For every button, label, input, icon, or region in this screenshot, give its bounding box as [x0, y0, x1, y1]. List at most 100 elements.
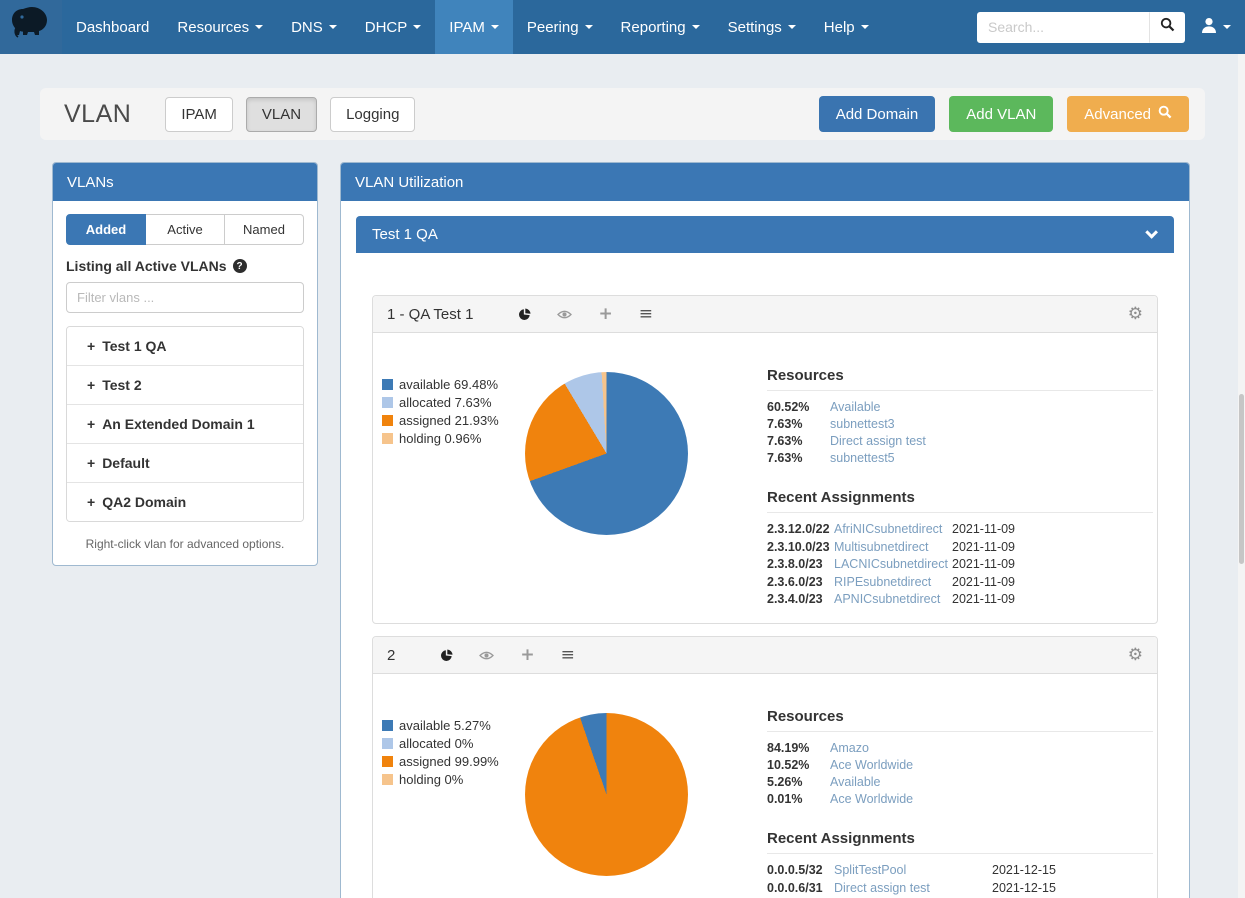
assignment-row: 2.3.6.0/23RIPEsubnetdirect2021-11-09 — [767, 574, 1153, 592]
assignment-link[interactable]: APNICsubnetdirect — [834, 591, 952, 609]
assignment-link[interactable]: SplitTestPool — [834, 862, 992, 880]
view-ipam-button[interactable]: IPAM — [165, 97, 233, 132]
top-navbar: Dashboard Resources DNS DHCP IPAM Peerin… — [0, 0, 1245, 54]
expand-icon: + — [87, 494, 95, 510]
legend-swatch — [382, 379, 393, 390]
vlan-block-1: 1 - QA Test 1 + ≡ ⚙ a — [372, 295, 1158, 624]
legend-swatch — [382, 756, 393, 767]
app-logo[interactable] — [0, 0, 62, 54]
pie-legend: available 5.27% allocated 0% assigned 99… — [382, 718, 499, 790]
question-circle-icon[interactable]: ? — [233, 259, 247, 273]
nav-dhcp[interactable]: DHCP — [351, 0, 436, 54]
domain-section-header[interactable]: Test 1 QA — [356, 216, 1174, 253]
caret-down-icon — [861, 25, 869, 29]
recent-assignments-heading: Recent Assignments — [767, 489, 1153, 513]
resource-link[interactable]: subnettest5 — [830, 450, 895, 467]
resource-link[interactable]: Ace Worldwide — [830, 757, 913, 774]
nav-dns[interactable]: DNS — [277, 0, 351, 54]
expand-icon: + — [87, 338, 95, 354]
vlan-list-item[interactable]: +Test 2 — [67, 366, 303, 405]
tab-added[interactable]: Added — [66, 214, 146, 245]
legend-swatch — [382, 415, 393, 426]
resource-row: 60.52%Available — [767, 399, 1153, 416]
nav-settings[interactable]: Settings — [714, 0, 810, 54]
vlan-list-item[interactable]: +Default — [67, 444, 303, 483]
expand-icon: + — [87, 416, 95, 432]
eye-icon[interactable] — [557, 309, 572, 320]
search-input[interactable] — [977, 12, 1149, 43]
gear-icon[interactable]: ⚙ — [1128, 306, 1143, 323]
add-domain-button[interactable]: Add Domain — [819, 96, 936, 132]
nav-reporting[interactable]: Reporting — [607, 0, 714, 54]
assignment-row: 0.0.0.5/32SplitTestPool2021-12-15 — [767, 862, 1153, 880]
resources-heading: Resources — [767, 367, 1153, 391]
page-actions: Add Domain Add VLAN Advanced — [819, 96, 1189, 132]
pie-legend: available 69.48% allocated 7.63% assigne… — [382, 377, 499, 449]
caret-down-icon — [692, 25, 700, 29]
resources-heading: Resources — [767, 708, 1153, 732]
resource-row: 0.01%Ace Worldwide — [767, 791, 1153, 808]
vlan-list-item[interactable]: +Test 1 QA — [67, 327, 303, 366]
sidebar-hint: Right-click vlan for advanced options. — [66, 537, 304, 551]
plus-icon[interactable]: + — [598, 306, 612, 323]
view-vlan-button[interactable]: VLAN — [246, 97, 317, 132]
list-icon[interactable]: ≡ — [561, 647, 575, 664]
advanced-search-button[interactable]: Advanced — [1067, 96, 1189, 132]
assignment-row: 2.3.8.0/23LACNICsubnetdirect2021-11-09 — [767, 556, 1153, 574]
search-icon — [1160, 17, 1175, 37]
page-scrollbar[interactable] — [1238, 54, 1245, 898]
assignment-link[interactable]: AfriNICsubnetdirect — [834, 521, 952, 539]
vlan-block-2: 2 + ≡ ⚙ available 5.2 — [372, 636, 1158, 898]
expand-icon: + — [87, 455, 95, 471]
search-button[interactable] — [1149, 12, 1185, 43]
tab-active[interactable]: Active — [146, 214, 225, 245]
resource-link[interactable]: Direct assign test — [830, 433, 926, 450]
plus-icon[interactable]: + — [520, 647, 534, 664]
resource-link[interactable]: Ace Worldwide — [830, 791, 913, 808]
nav-ipam[interactable]: IPAM — [435, 0, 513, 54]
legend-swatch — [382, 433, 393, 444]
page-title: VLAN — [64, 100, 131, 129]
utilization-pie-chart — [525, 713, 688, 876]
user-menu[interactable] — [1201, 17, 1231, 38]
list-icon[interactable]: ≡ — [639, 306, 653, 323]
view-switcher: IPAM VLAN Logging — [165, 97, 415, 132]
caret-down-icon — [329, 25, 337, 29]
caret-down-icon — [585, 25, 593, 29]
gear-icon[interactable]: ⚙ — [1128, 647, 1143, 664]
vlan-list-item[interactable]: +An Extended Domain 1 — [67, 405, 303, 444]
eye-icon[interactable] — [479, 650, 494, 661]
nav-dashboard[interactable]: Dashboard — [62, 0, 163, 54]
pie-chart-icon[interactable] — [518, 308, 531, 321]
scrollbar-thumb[interactable] — [1239, 394, 1244, 564]
resource-link[interactable]: Available — [830, 399, 881, 416]
user-icon — [1201, 17, 1217, 38]
nav-peering[interactable]: Peering — [513, 0, 607, 54]
legend-swatch — [382, 774, 393, 785]
assignment-row: 2.3.12.0/22AfriNICsubnetdirect2021-11-09 — [767, 521, 1153, 539]
resource-link[interactable]: Available — [830, 774, 881, 791]
page-header: VLAN IPAM VLAN Logging Add Domain Add VL… — [40, 88, 1205, 140]
vlan-list-item[interactable]: +QA2 Domain — [67, 483, 303, 521]
view-logging-button[interactable]: Logging — [330, 97, 415, 132]
vlan-filter-tabs: Added Active Named — [66, 214, 304, 245]
caret-down-icon — [788, 25, 796, 29]
vlan-block-title: 1 - QA Test 1 — [387, 306, 473, 323]
assignment-link[interactable]: RIPEsubnetdirect — [834, 574, 952, 592]
resource-row: 7.63%Direct assign test — [767, 433, 1153, 450]
caret-down-icon — [491, 25, 499, 29]
resource-link[interactable]: subnettest3 — [830, 416, 895, 433]
navbar-right — [977, 12, 1245, 43]
assignment-link[interactable]: LACNICsubnetdirect — [834, 556, 952, 574]
tab-named[interactable]: Named — [225, 214, 304, 245]
legend-swatch — [382, 397, 393, 408]
add-vlan-button[interactable]: Add VLAN — [949, 96, 1053, 132]
assignment-link[interactable]: Direct assign test — [834, 880, 992, 898]
resource-link[interactable]: Amazo — [830, 740, 869, 757]
assignment-link[interactable]: Multisubnetdirect — [834, 539, 952, 557]
nav-help[interactable]: Help — [810, 0, 883, 54]
filter-vlans-input[interactable] — [66, 282, 304, 313]
nav-resources[interactable]: Resources — [163, 0, 277, 54]
pie-chart-icon[interactable] — [440, 649, 453, 662]
chevron-down-icon — [1145, 226, 1158, 239]
